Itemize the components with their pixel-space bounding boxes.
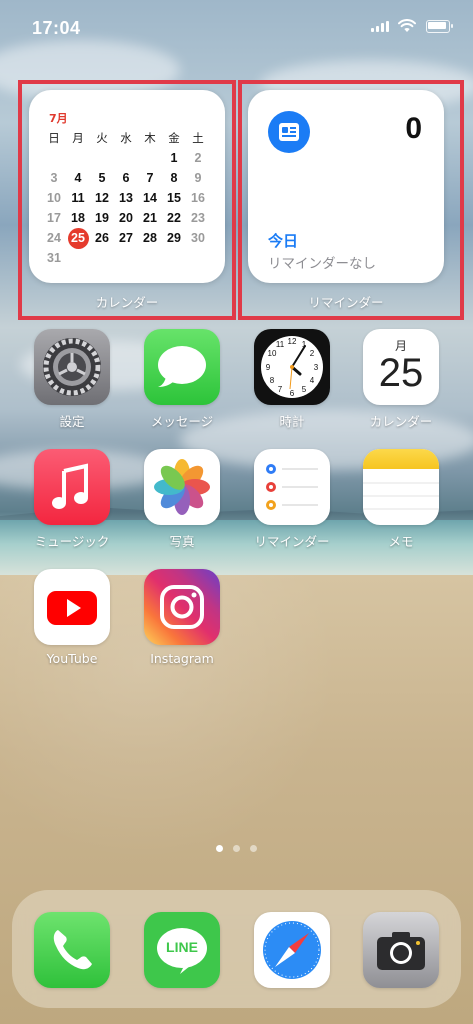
svg-text:5: 5 <box>302 385 307 394</box>
photos-icon <box>144 449 220 525</box>
settings-icon <box>34 329 110 405</box>
line-icon: LINE <box>144 912 220 988</box>
wifi-icon <box>398 18 416 37</box>
app-music[interactable]: ミュージック <box>27 449 117 550</box>
app-photos[interactable]: 写真 <box>137 449 227 550</box>
app-messages[interactable]: メッセージ <box>137 329 227 430</box>
highlight-frame-reminders <box>238 80 464 320</box>
app-settings[interactable]: 設定 <box>27 329 117 430</box>
reminders-icon <box>254 449 330 525</box>
svg-text:8: 8 <box>270 376 275 385</box>
youtube-icon <box>34 569 110 645</box>
cellular-signal-icon <box>371 21 389 32</box>
svg-text:2: 2 <box>310 349 315 358</box>
app-label: Instagram <box>150 651 214 666</box>
app-label: 設定 <box>59 414 85 429</box>
app-clock[interactable]: 12 1 2 345 678 9 10 11 時計 <box>247 329 337 430</box>
app-label: カレンダー <box>369 414 433 429</box>
status-bar: 17:04 <box>0 0 473 56</box>
app-label: 時計 <box>279 414 305 429</box>
app-label: 写真 <box>169 534 195 549</box>
calendar-icon-day: 25 <box>378 351 424 395</box>
clock-icon: 12 1 2 345 678 9 10 11 <box>254 329 330 405</box>
dock-app-phone[interactable] <box>27 912 117 988</box>
svg-text:10: 10 <box>268 349 277 358</box>
dock-app-camera[interactable] <box>356 912 446 988</box>
app-label: メモ <box>388 534 414 549</box>
app-instagram[interactable]: Instagram <box>137 569 227 666</box>
camera-icon <box>363 912 439 988</box>
battery-icon <box>426 20 453 33</box>
line-logo-text: LINE <box>166 939 198 955</box>
page-dot[interactable] <box>250 845 257 852</box>
app-label: YouTube <box>46 651 98 666</box>
status-time: 17:04 <box>32 18 81 38</box>
svg-text:3: 3 <box>314 363 319 372</box>
dock-app-safari[interactable] <box>247 912 337 988</box>
messages-icon <box>144 329 220 405</box>
svg-text:6: 6 <box>290 389 295 398</box>
svg-text:9: 9 <box>266 363 271 372</box>
svg-text:4: 4 <box>310 376 315 385</box>
app-calendar[interactable]: 月 25 カレンダー <box>356 329 446 430</box>
phone-icon <box>34 912 110 988</box>
highlight-frame-calendar <box>18 80 236 320</box>
app-label: ミュージック <box>34 534 110 549</box>
svg-text:11: 11 <box>276 340 285 349</box>
page-dot[interactable] <box>233 845 240 852</box>
app-label: メッセージ <box>150 414 214 429</box>
app-reminders[interactable]: リマインダー <box>247 449 337 550</box>
notes-icon <box>363 449 439 525</box>
app-notes[interactable]: メモ <box>356 449 446 550</box>
music-icon <box>34 449 110 525</box>
svg-text:12: 12 <box>288 337 297 346</box>
dock-app-line[interactable]: LINE <box>137 912 227 988</box>
svg-text:7: 7 <box>278 385 283 394</box>
instagram-icon <box>144 569 220 645</box>
page-indicator[interactable] <box>0 845 473 852</box>
app-label: リマインダー <box>254 534 330 549</box>
page-dot[interactable] <box>216 845 223 852</box>
safari-icon <box>254 912 330 988</box>
calendar-icon: 月 25 <box>363 329 439 405</box>
app-youtube[interactable]: YouTube <box>27 569 117 666</box>
